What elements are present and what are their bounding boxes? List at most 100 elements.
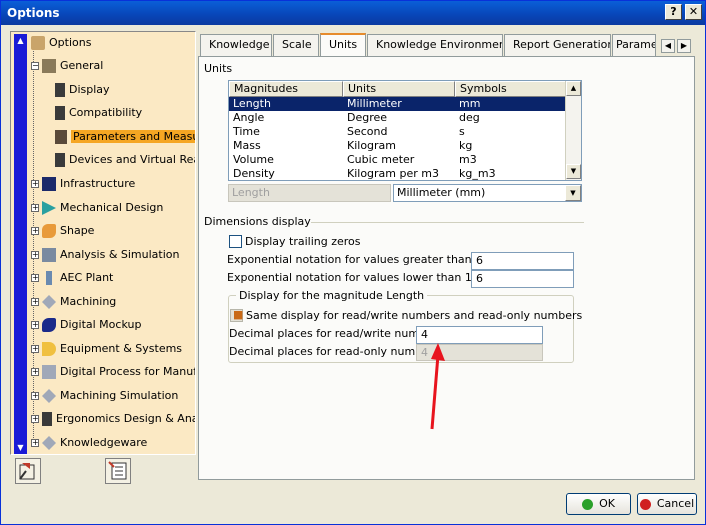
- trailing-zeros-checkbox[interactable]: [229, 235, 242, 248]
- tab-scroll-left-icon[interactable]: ◀: [661, 39, 675, 53]
- tab-report-generation[interactable]: Report Generation: [504, 34, 611, 56]
- table-row[interactable]: Angle Degree deg: [229, 111, 566, 125]
- expand-icon[interactable]: +: [31, 274, 39, 282]
- scroll-down-arrow-icon[interactable]: ▼: [14, 441, 27, 454]
- tree-item-label: Analysis & Simulation: [60, 248, 180, 261]
- expand-icon[interactable]: +: [31, 180, 39, 188]
- column-header-units[interactable]: Units: [343, 81, 455, 97]
- table-row[interactable]: Length Millimeter mm: [229, 97, 566, 111]
- tree-item-knowledgeware[interactable]: + Knowledgeware: [31, 434, 147, 452]
- exp-lower-label: Exponential notation for values lower th…: [227, 271, 490, 284]
- infrastructure-icon: [42, 177, 56, 191]
- compatibility-icon: [55, 106, 65, 120]
- tree-item-ergonomics[interactable]: + Ergonomics Design & Analys: [31, 410, 195, 428]
- scroll-down-arrow-icon[interactable]: ▼: [566, 164, 581, 179]
- scroll-up-arrow-icon[interactable]: ▲: [14, 34, 27, 47]
- table-row[interactable]: Volume Cubic meter m3: [229, 153, 566, 167]
- tree-item-machining[interactable]: + Machining: [31, 293, 116, 311]
- tree-item-analysis[interactable]: + Analysis & Simulation: [31, 246, 180, 264]
- expand-icon[interactable]: +: [31, 321, 39, 329]
- tree-item-shape[interactable]: + Shape: [31, 222, 94, 240]
- help-button[interactable]: ?: [665, 4, 682, 20]
- tab-knowledge[interactable]: Knowledge: [200, 34, 272, 56]
- tree-item-general[interactable]: − General: [31, 57, 103, 75]
- expand-icon[interactable]: +: [31, 227, 39, 235]
- close-button[interactable]: ✕: [685, 4, 702, 20]
- digital-mockup-icon: [42, 318, 56, 332]
- ok-label: OK: [599, 497, 615, 510]
- column-header-magnitudes[interactable]: Magnitudes: [229, 81, 343, 97]
- scroll-up-arrow-icon[interactable]: ▲: [566, 81, 581, 96]
- units-list[interactable]: Magnitudes Units Symbols Length Millimet…: [228, 80, 582, 181]
- tree-item-label: Equipment & Systems: [60, 342, 183, 355]
- mechanical-design-icon: [42, 201, 56, 215]
- tree-item-label: AEC Plant: [60, 271, 114, 284]
- checkmark-icon: ■: [233, 308, 244, 321]
- annotation-arrow-icon: [430, 343, 445, 430]
- cell-symbol: kg_m3: [459, 167, 496, 180]
- expand-icon[interactable]: +: [31, 392, 39, 400]
- exp-greater-input[interactable]: 6: [471, 252, 574, 270]
- options-icon: [31, 36, 45, 50]
- tree-item-digital-mockup[interactable]: + Digital Mockup: [31, 316, 141, 334]
- expand-icon[interactable]: +: [31, 298, 39, 306]
- expand-icon[interactable]: +: [31, 204, 39, 212]
- options-list-icon[interactable]: [105, 458, 131, 484]
- cell-unit: Kilogram: [347, 139, 397, 152]
- same-display-checkbox[interactable]: ■: [230, 308, 244, 322]
- devices-icon: [55, 153, 65, 167]
- analysis-icon: [42, 248, 56, 262]
- tab-units[interactable]: Units: [320, 33, 366, 57]
- cell-symbol: deg: [459, 111, 480, 124]
- expand-icon[interactable]: +: [31, 345, 39, 353]
- tree-item-parameters-and-measure[interactable]: Parameters and Measure: [55, 128, 195, 146]
- tab-scale[interactable]: Scale: [273, 34, 319, 56]
- title-bar[interactable]: Options ? ✕: [1, 1, 705, 25]
- tree-item-options[interactable]: Options: [31, 34, 91, 52]
- tree-item-infrastructure[interactable]: + Infrastructure: [31, 175, 135, 193]
- decimal-ro-label: Decimal places for read-only numbers: [229, 345, 440, 358]
- divider: [301, 222, 584, 223]
- tab-parameters[interactable]: Parame: [612, 34, 656, 56]
- table-row[interactable]: Time Second s: [229, 125, 566, 139]
- table-row[interactable]: Mass Kilogram kg: [229, 139, 566, 153]
- tree-item-display[interactable]: Display: [55, 81, 110, 99]
- unit-select[interactable]: Millimeter (mm) ▼: [393, 184, 582, 202]
- tab-knowledge-environment[interactable]: Knowledge Environment: [367, 34, 503, 56]
- tree-item-aec-plant[interactable]: + AEC Plant: [31, 269, 113, 287]
- units-list-scrollbar[interactable]: ▲ ▼: [565, 81, 581, 180]
- expand-icon[interactable]: +: [31, 439, 39, 447]
- column-header-symbols[interactable]: Symbols: [455, 81, 566, 97]
- ok-icon: [582, 498, 594, 510]
- table-row[interactable]: Density Kilogram per m3 kg_m3: [229, 167, 566, 180]
- expand-icon[interactable]: +: [31, 368, 39, 376]
- units-group-title: Units: [204, 62, 233, 75]
- exp-lower-input[interactable]: 6: [471, 270, 574, 288]
- shape-icon: [42, 224, 56, 238]
- collapse-icon[interactable]: −: [31, 62, 39, 70]
- cancel-button[interactable]: Cancel: [637, 493, 697, 515]
- expand-icon[interactable]: +: [31, 415, 39, 423]
- tree-item-label: Shape: [60, 224, 95, 237]
- tree-item-equipment[interactable]: + Equipment & Systems: [31, 340, 182, 358]
- cell-symbol: s: [459, 125, 465, 138]
- tab-strip: Knowledge Scale Units Knowledge Environm…: [200, 33, 670, 57]
- tree-item-label: Machining Simulation: [60, 389, 179, 402]
- tree-item-devices[interactable]: Devices and Virtual Realit: [55, 151, 195, 169]
- tree-scrollbar[interactable]: ▲ ▼: [14, 34, 27, 454]
- expand-icon[interactable]: +: [31, 251, 39, 259]
- digital-process-icon: [42, 365, 56, 379]
- parameters-icon: [55, 130, 67, 144]
- ok-button[interactable]: OK: [566, 493, 631, 515]
- tree-item-digital-process[interactable]: + Digital Process for Manufact: [31, 363, 195, 381]
- cell-magnitude: Angle: [233, 111, 265, 124]
- chevron-down-icon[interactable]: ▼: [565, 185, 581, 201]
- tree-item-mechanical-design[interactable]: + Mechanical Design: [31, 199, 163, 217]
- knowledgeware-icon: [42, 436, 56, 450]
- reset-options-icon[interactable]: [15, 458, 41, 484]
- tree-item-compatibility[interactable]: Compatibility: [55, 104, 142, 122]
- equipment-icon: [42, 342, 56, 356]
- window-title: Options: [7, 6, 60, 20]
- tab-scroll-right-icon[interactable]: ▶: [677, 39, 691, 53]
- tree-item-machining-simulation[interactable]: + Machining Simulation: [31, 387, 178, 405]
